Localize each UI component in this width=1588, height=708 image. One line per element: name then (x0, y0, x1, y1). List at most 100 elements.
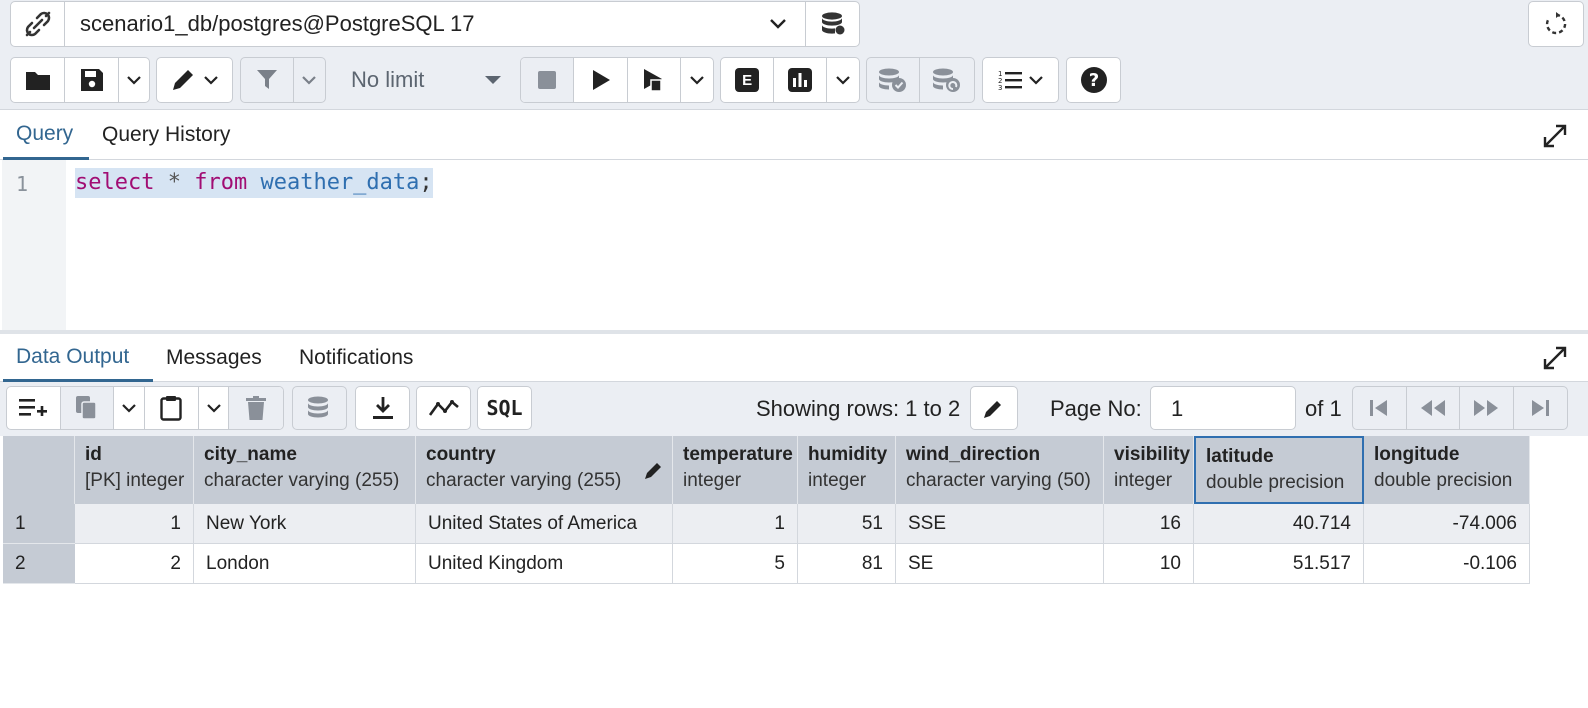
save-options-button[interactable] (119, 58, 149, 102)
open-file-button[interactable] (11, 58, 65, 102)
stop-button[interactable] (521, 58, 575, 102)
execute-script-button[interactable] (628, 58, 682, 102)
column-header-id[interactable]: id [PK] integer (75, 436, 194, 504)
delete-row-button[interactable] (229, 387, 283, 429)
database-rollback-icon (933, 68, 960, 92)
cell-latitude[interactable]: 51.517 (1194, 544, 1364, 584)
limit-select[interactable]: No limit (333, 57, 513, 103)
cell-latitude[interactable]: 40.714 (1194, 504, 1364, 544)
last-page-button[interactable] (1514, 387, 1568, 429)
cell-longitude[interactable]: -74.006 (1364, 504, 1530, 544)
first-page-button[interactable] (1353, 387, 1407, 429)
add-row-button[interactable] (7, 387, 61, 429)
caret-down-icon[interactable] (473, 57, 513, 103)
grid-corner[interactable] (3, 436, 75, 504)
cell-longitude[interactable]: -0.106 (1364, 544, 1530, 584)
next-page-button[interactable] (1460, 387, 1514, 429)
chevron-down-icon[interactable] (751, 2, 805, 46)
connection-select[interactable]: scenario1_db/postgres@PostgreSQL 17 (10, 1, 860, 47)
connection-label: scenario1_db/postgres@PostgreSQL 17 (80, 11, 475, 36)
graph-visualiser-button[interactable] (416, 386, 471, 430)
column-type: integer (683, 470, 742, 491)
paste-options-button[interactable] (199, 387, 230, 429)
rewind-icon (1420, 400, 1445, 416)
download-button[interactable] (355, 386, 410, 430)
cell-city-name[interactable]: New York (194, 504, 416, 544)
column-header-city-name[interactable]: city_name character varying (255) (194, 436, 416, 504)
column-type: double precision (1206, 472, 1345, 493)
tab-messages[interactable]: Messages (166, 334, 262, 382)
tab-notifications[interactable]: Notifications (299, 334, 413, 382)
cell-wind-direction[interactable]: SSE (896, 504, 1104, 544)
chevron-down-icon (690, 76, 704, 85)
cell-visibility[interactable]: 16 (1104, 504, 1194, 544)
column-name: visibility (1114, 444, 1191, 465)
tab-query[interactable]: Query (3, 110, 89, 160)
copy-button[interactable] (60, 387, 115, 429)
save-data-icon[interactable] (293, 387, 346, 429)
commit-button[interactable] (867, 58, 921, 102)
column-header-wind-direction[interactable]: wind_direction character varying (50) (896, 436, 1104, 504)
column-header-longitude[interactable]: longitude double precision (1364, 436, 1530, 504)
copy-options-button[interactable] (114, 387, 145, 429)
column-header-country[interactable]: country character varying (255) (416, 436, 673, 504)
macros-dropdown[interactable]: 123 (983, 58, 1058, 102)
expand-icon[interactable] (1540, 343, 1570, 373)
column-header-humidity[interactable]: humidity integer (798, 436, 896, 504)
filter-button[interactable] (241, 58, 294, 102)
row-number[interactable]: 2 (3, 544, 75, 584)
reset-layout-button[interactable] (1528, 1, 1584, 47)
execute-button[interactable] (574, 58, 628, 102)
cell-visibility[interactable]: 10 (1104, 544, 1194, 584)
column-header-latitude[interactable]: latitude double precision (1194, 436, 1364, 504)
explain-button[interactable]: E (721, 58, 775, 102)
sql-button[interactable]: SQL (477, 386, 532, 430)
row-number[interactable]: 1 (3, 504, 75, 544)
column-header-temperature[interactable]: temperature integer (673, 436, 798, 504)
paste-button[interactable] (145, 387, 199, 429)
save-button[interactable] (65, 58, 119, 102)
edit-rows-button[interactable] (970, 386, 1018, 430)
save-data-button[interactable] (292, 386, 347, 430)
cell-city-name[interactable]: London (194, 544, 416, 584)
execute-options-button[interactable] (681, 58, 713, 102)
help-button[interactable]: ? (1066, 57, 1121, 103)
cell-country[interactable]: United Kingdom (416, 544, 673, 584)
column-type: character varying (50) (906, 470, 1091, 491)
column-header-visibility[interactable]: visibility integer (1104, 436, 1194, 504)
sql-label: SQL (486, 396, 523, 420)
cell-temperature[interactable]: 5 (673, 544, 798, 584)
execute-group (520, 57, 714, 103)
edit-button[interactable] (156, 57, 233, 103)
pencil-icon[interactable] (971, 387, 1017, 429)
connection-status-icon[interactable] (11, 2, 65, 46)
chevron-down-icon (836, 76, 851, 85)
line-chart-icon[interactable] (417, 387, 470, 429)
cell-wind-direction[interactable]: SE (896, 544, 1104, 584)
tab-query-history[interactable]: Query History (102, 110, 230, 160)
code-line[interactable]: select * from weather_data; (75, 168, 433, 198)
cell-id[interactable]: 1 (75, 504, 194, 544)
database-commit-icon (879, 68, 906, 92)
tab-data-output[interactable]: Data Output (3, 334, 153, 382)
cell-humidity[interactable]: 51 (798, 504, 896, 544)
cell-id[interactable]: 2 (75, 544, 194, 584)
expand-icon[interactable] (1540, 121, 1570, 151)
edit-dropdown[interactable] (157, 58, 232, 102)
column-name: id (85, 444, 102, 465)
filter-options-button[interactable] (294, 58, 325, 102)
macros-button[interactable]: 123 (982, 57, 1059, 103)
sql-editor[interactable]: 1 select * from weather_data; (0, 160, 1588, 334)
explain-options-button[interactable] (827, 58, 859, 102)
database-icon[interactable] (805, 2, 859, 46)
cell-humidity[interactable]: 81 (798, 544, 896, 584)
explain-analyze-button[interactable] (774, 58, 828, 102)
filter-group (240, 57, 326, 103)
rollback-button[interactable] (920, 58, 974, 102)
cell-country[interactable]: United States of America (416, 504, 673, 544)
page-number-input[interactable]: 1 (1150, 386, 1296, 430)
help-icon[interactable]: ? (1067, 58, 1120, 102)
cell-temperature[interactable]: 1 (673, 504, 798, 544)
download-icon[interactable] (356, 387, 409, 429)
prev-page-button[interactable] (1407, 387, 1460, 429)
